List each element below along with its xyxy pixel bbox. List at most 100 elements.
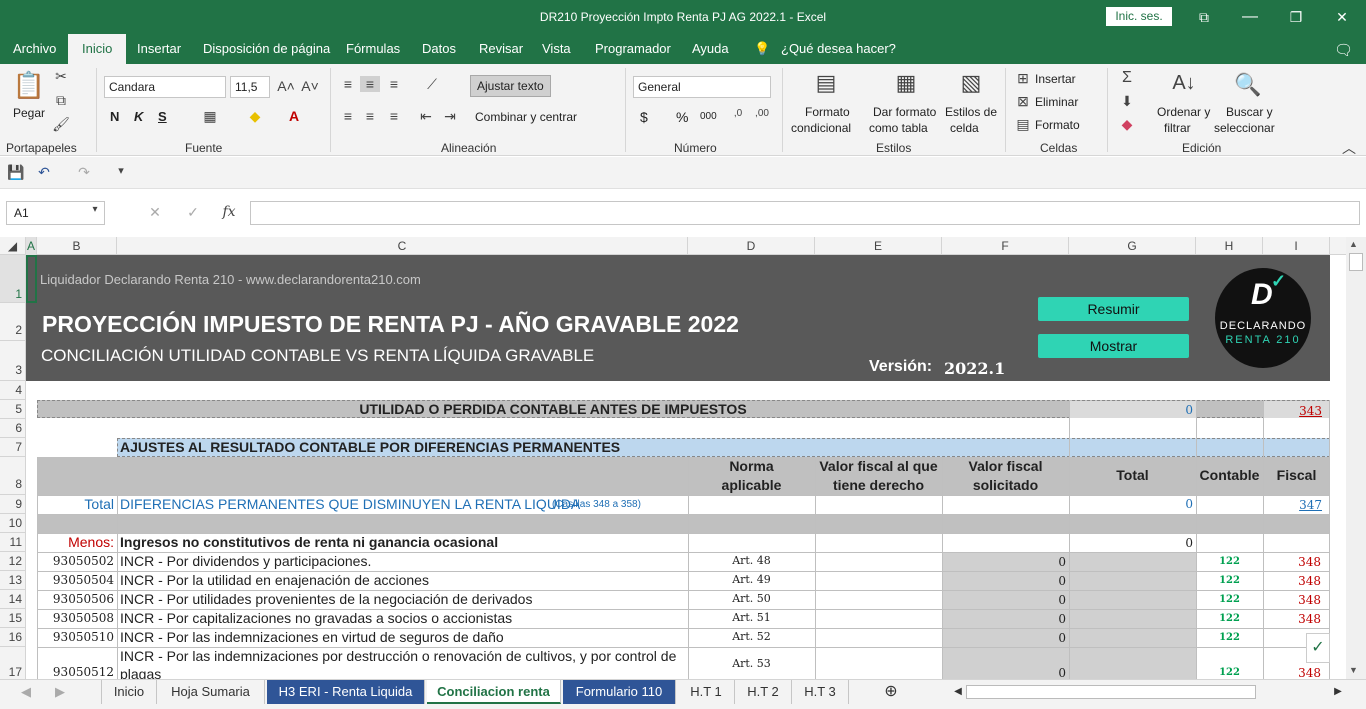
increase-indent-icon[interactable]: ⇥: [440, 108, 460, 125]
font-color-icon[interactable]: A: [284, 108, 304, 124]
name-box-dropdown-icon[interactable]: ▾: [88, 204, 102, 215]
cell-styles-label2[interactable]: celda: [950, 121, 979, 135]
row-header[interactable]: 9: [0, 495, 25, 514]
increase-decimal-icon[interactable]: ,0: [728, 108, 748, 119]
conditional-format-icon[interactable]: ▤: [810, 70, 842, 96]
delete-cells-icon[interactable]: ⊠: [1015, 93, 1031, 110]
align-left-icon[interactable]: ≡: [338, 108, 358, 124]
tell-me-search[interactable]: ¿Qué desea hacer?: [781, 41, 896, 56]
col-header-a[interactable]: A: [26, 237, 37, 255]
col-header-e[interactable]: E: [815, 237, 942, 255]
italic-button[interactable]: K: [134, 109, 143, 124]
maximize-icon[interactable]: ❐: [1283, 6, 1309, 28]
sheet-tab-h3-eri[interactable]: H3 ERI - Renta Liquida: [267, 680, 425, 704]
underline-button[interactable]: S: [158, 109, 167, 124]
number-format-select[interactable]: General: [633, 76, 771, 98]
sheet-tab-conciliacion[interactable]: Conciliacion renta: [427, 680, 561, 704]
col-header-b[interactable]: B: [37, 237, 117, 255]
row-header[interactable]: 2: [0, 303, 25, 341]
row-header[interactable]: 4: [0, 381, 25, 400]
row-header[interactable]: 14: [0, 590, 25, 609]
tab-formulas[interactable]: Fórmulas: [346, 41, 400, 56]
cancel-icon[interactable]: ✕: [145, 204, 165, 221]
prev-sheet-icon[interactable]: ◀: [16, 680, 36, 704]
tab-insertar[interactable]: Insertar: [137, 41, 181, 56]
font-name-select[interactable]: Candara: [104, 76, 226, 98]
col-header-d[interactable]: D: [688, 237, 815, 255]
selected-cell-a1[interactable]: [26, 255, 37, 303]
row-header[interactable]: 15: [0, 609, 25, 628]
format-table-label1[interactable]: Dar formato: [873, 105, 936, 119]
row-header[interactable]: 17: [0, 647, 25, 679]
customize-qat-icon[interactable]: ▾: [113, 164, 129, 177]
vertical-scrollbar[interactable]: ▲ ▼: [1346, 237, 1366, 679]
worksheet-grid[interactable]: Liquidador Declarando Renta 210 - www.de…: [26, 255, 1330, 679]
format-table-icon[interactable]: ▦: [890, 70, 922, 96]
cond-format-label1[interactable]: Formato: [805, 105, 850, 119]
tab-datos[interactable]: Datos: [422, 41, 456, 56]
ribbon-display-icon[interactable]: ⧉: [1191, 6, 1217, 28]
sort-filter-label2[interactable]: filtrar: [1164, 121, 1191, 135]
sheet-tab-inicio[interactable]: Inicio: [101, 680, 157, 704]
search-icon[interactable]: 🔍: [1232, 72, 1264, 98]
merge-center-button[interactable]: Combinar y centrar: [475, 110, 577, 124]
insert-cells-icon[interactable]: ⊞: [1015, 70, 1031, 87]
quick-analysis-icon[interactable]: ✓: [1306, 633, 1330, 663]
minimize-icon[interactable]: —: [1237, 6, 1263, 28]
tab-inicio[interactable]: Inicio: [68, 34, 127, 64]
col-header-c[interactable]: C: [117, 237, 688, 255]
font-size-select[interactable]: 11,5: [230, 76, 270, 98]
scroll-down-icon[interactable]: ▼: [1349, 665, 1358, 675]
insert-cells-button[interactable]: Insertar: [1035, 72, 1076, 86]
align-right-icon[interactable]: ≡: [384, 108, 404, 124]
fill-icon[interactable]: ⬇: [1118, 93, 1136, 110]
tab-programador[interactable]: Programador: [595, 41, 671, 56]
row-header[interactable]: 5: [0, 400, 25, 419]
hscroll-right-icon[interactable]: ▶: [1330, 680, 1346, 704]
row-header[interactable]: 12: [0, 552, 25, 571]
row-header[interactable]: 8: [0, 457, 25, 495]
row-header[interactable]: 13: [0, 571, 25, 590]
sign-in-button[interactable]: Inic. ses.: [1106, 7, 1172, 26]
format-table-label2[interactable]: como tabla: [869, 121, 928, 135]
collapse-ribbon-icon[interactable]: ︿: [1340, 138, 1358, 158]
close-icon[interactable]: ✕: [1329, 6, 1355, 28]
tab-disposicion[interactable]: Disposición de página: [203, 41, 330, 56]
col-header-h[interactable]: H: [1196, 237, 1263, 255]
row-header[interactable]: 10: [0, 514, 25, 533]
clear-icon[interactable]: ◆: [1118, 116, 1136, 133]
align-center-icon[interactable]: ≡: [360, 108, 380, 124]
find-select-label1[interactable]: Buscar y: [1226, 105, 1273, 119]
find-select-label2[interactable]: seleccionar: [1214, 121, 1275, 135]
enter-icon[interactable]: ✓: [183, 204, 203, 221]
mostrar-button[interactable]: Mostrar: [1038, 334, 1189, 358]
align-middle-icon[interactable]: ≡: [360, 76, 380, 92]
add-sheet-icon[interactable]: ⊕: [878, 680, 904, 704]
scroll-up-icon[interactable]: ▲: [1349, 239, 1358, 249]
sheet-tab-formulario-110[interactable]: Formulario 110: [563, 680, 676, 704]
increase-font-icon[interactable]: A˄: [276, 78, 296, 94]
horizontal-scroll-thumb[interactable]: [966, 685, 1256, 699]
delete-cells-button[interactable]: Eliminar: [1035, 95, 1078, 109]
sheet-tab-ht1[interactable]: H.T 1: [678, 680, 735, 704]
tab-vista[interactable]: Vista: [542, 41, 571, 56]
align-top-icon[interactable]: ≡: [338, 76, 358, 92]
borders-icon[interactable]: ▦: [200, 108, 220, 125]
insert-function-icon[interactable]: fx: [218, 204, 240, 220]
save-icon[interactable]: 💾: [6, 164, 26, 181]
align-bottom-icon[interactable]: ≡: [384, 76, 404, 92]
scroll-thumb[interactable]: [1349, 253, 1363, 271]
tab-ayuda[interactable]: Ayuda: [692, 41, 729, 56]
row-header[interactable]: 6: [0, 419, 25, 438]
format-cells-button[interactable]: Formato: [1035, 118, 1080, 132]
redo-icon[interactable]: ↷: [74, 164, 94, 181]
hscroll-left-icon[interactable]: ◀: [950, 680, 966, 704]
copy-icon[interactable]: ⧉: [52, 92, 70, 109]
bold-button[interactable]: N: [110, 109, 119, 124]
format-painter-icon[interactable]: 🖌: [52, 116, 70, 133]
tab-revisar[interactable]: Revisar: [479, 41, 523, 56]
col-header-i[interactable]: I: [1263, 237, 1330, 255]
row-header[interactable]: 1: [0, 255, 25, 303]
wrap-text-button[interactable]: Ajustar texto: [470, 75, 551, 97]
percent-button[interactable]: %: [676, 109, 688, 125]
